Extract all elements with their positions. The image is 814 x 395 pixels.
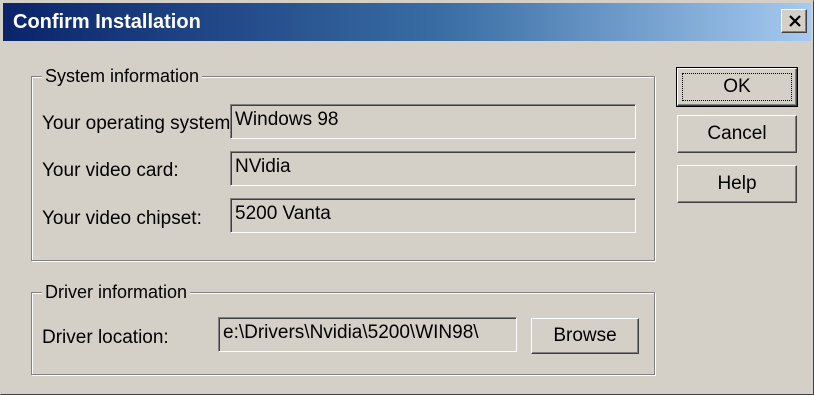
operating-system-value: Windows 98: [235, 109, 339, 130]
ok-button-label: OK: [723, 76, 751, 97]
help-button[interactable]: Help: [677, 165, 797, 203]
driver-location-value: e:\Drivers\Nvidia\5200\WIN98\: [223, 322, 479, 343]
help-button-label: Help: [717, 173, 757, 194]
driver-information-legend: Driver information: [42, 281, 191, 303]
operating-system-field: Windows 98: [230, 104, 636, 139]
close-icon: [789, 15, 801, 27]
ok-button[interactable]: OK: [676, 67, 798, 107]
operating-system-label: Your operating system:: [42, 113, 236, 134]
browse-button[interactable]: Browse: [531, 318, 639, 354]
driver-location-label: Driver location:: [42, 327, 169, 348]
video-chipset-field: 5200 Vanta: [230, 198, 636, 233]
driver-location-field[interactable]: e:\Drivers\Nvidia\5200\WIN98\: [218, 317, 517, 352]
video-chipset-label: Your video chipset:: [42, 208, 202, 229]
video-chipset-value: 5200 Vanta: [235, 203, 331, 224]
video-card-label: Your video card:: [42, 160, 179, 181]
browse-button-label: Browse: [553, 325, 617, 346]
title-bar[interactable]: Confirm Installation: [3, 3, 811, 41]
cancel-button-label: Cancel: [707, 123, 767, 144]
video-card-field: NVidia: [230, 151, 636, 186]
video-card-value: NVidia: [235, 156, 291, 177]
confirm-installation-dialog: Confirm Installation System information …: [0, 0, 814, 395]
cancel-button[interactable]: Cancel: [677, 115, 797, 153]
close-button[interactable]: [781, 9, 807, 33]
window-title: Confirm Installation: [13, 11, 201, 33]
system-information-legend: System information: [42, 65, 203, 87]
